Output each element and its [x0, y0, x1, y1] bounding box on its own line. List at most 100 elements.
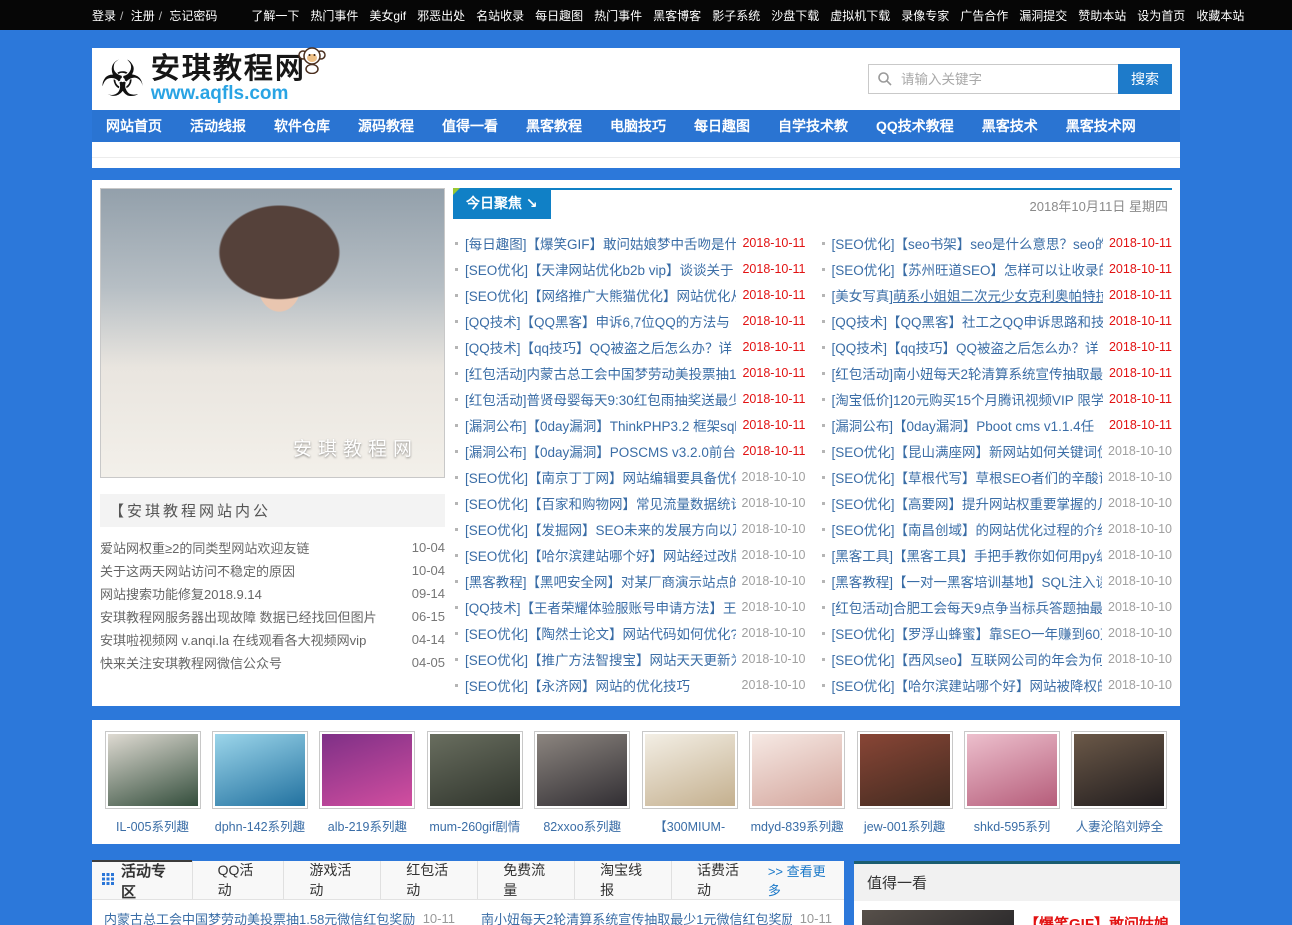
gallery-thumbnail[interactable]	[857, 731, 953, 809]
top-link[interactable]: 录像专家	[901, 7, 949, 24]
site-logo[interactable]: ☣ 安琪教程网 www.aqfls.com	[100, 54, 306, 104]
article-link[interactable]: [SEO优化] 【南京丁丁网】网站编辑要具备优化	[465, 467, 736, 487]
top-link[interactable]: 沙盘下载	[771, 7, 819, 24]
gallery-caption[interactable]: IL-005系列趣	[101, 816, 204, 835]
gallery-caption[interactable]: jew-001系列趣	[853, 816, 956, 835]
search-input[interactable]	[868, 64, 1118, 94]
top-link[interactable]: 美女gif	[369, 7, 406, 24]
nav-item[interactable]: 活动线报	[176, 116, 260, 136]
top-link[interactable]: 热门事件	[310, 7, 358, 24]
nav-item[interactable]: 软件仓库	[260, 116, 344, 136]
gallery-caption[interactable]: shkd-595系列	[961, 816, 1064, 835]
article-link[interactable]: [漏洞公布] 【0day漏洞】ThinkPHP3.2 框架sql	[465, 415, 736, 435]
nav-item[interactable]: 自学技术教	[764, 116, 862, 136]
gallery-thumbnail[interactable]	[1071, 731, 1167, 809]
top-link[interactable]: 广告合作	[960, 7, 1008, 24]
top-link[interactable]: 黑客博客	[653, 7, 701, 24]
notice-link[interactable]: 快来关注安琪教程网微信公众号	[100, 653, 404, 672]
article-link[interactable]: [SEO优化] 【永济网】网站的优化技巧	[465, 675, 736, 695]
gallery-thumbnail[interactable]	[749, 731, 845, 809]
activity-link[interactable]: 内蒙古总工会中国梦劳动美投票抽1.58元微信红包奖励	[104, 909, 415, 925]
article-link[interactable]: [SEO优化] 【草根代写】草根SEO者们的辛酸谁	[832, 467, 1103, 487]
activity-tab[interactable]: 游戏活动	[283, 861, 380, 899]
featured-photo[interactable]: 安琪教程网	[100, 188, 445, 478]
gallery-caption[interactable]: 人妻沦陷刘婷全	[1068, 816, 1171, 835]
article-link[interactable]: [SEO优化] 【陶然士论文】网站代码如何优化?	[465, 623, 736, 643]
notice-link[interactable]: 安琪教程网服务器出现故障 数据已经找回但图片	[100, 607, 404, 626]
article-link[interactable]: [黑客教程] 【一对一黑客培训基地】SQL注入读	[832, 571, 1103, 591]
article-link[interactable]: [SEO优化] 【百家和购物网】常见流量数据统计	[465, 493, 736, 513]
article-link[interactable]: [SEO优化] 【昆山满座网】新网站如何关键词优	[832, 441, 1103, 461]
top-link[interactable]: 虚拟机下载	[830, 7, 890, 24]
notice-link[interactable]: 爱站网权重≥2的同类型网站欢迎友链	[100, 538, 404, 557]
article-link[interactable]: [SEO优化] 【网络推广大熊猫优化】网站优化从	[465, 285, 736, 305]
gallery-caption[interactable]: dphn-142系列趣	[208, 816, 311, 835]
worth-thumbnail[interactable]	[862, 910, 1014, 925]
article-link[interactable]: [QQ技术] 【QQ黑客】申诉6,7位QQ的方法与	[465, 311, 736, 331]
article-link[interactable]: [淘宝低价] 120元购买15个月腾讯视频VIP 限学	[832, 389, 1103, 409]
article-link[interactable]: [SEO优化] 【西风seo】互联网公司的年会为何	[832, 649, 1103, 669]
top-link[interactable]: 邪恶出处	[417, 7, 465, 24]
article-link[interactable]: [SEO优化] 【哈尔滨建站哪个好】网站经过改版	[465, 545, 736, 565]
view-more-link[interactable]: >> 查看更多	[768, 861, 844, 899]
nav-item[interactable]: 电脑技巧	[596, 116, 680, 136]
top-link[interactable]: 赞助本站	[1078, 7, 1126, 24]
nav-item[interactable]: 黑客教程	[512, 116, 596, 136]
nav-item[interactable]: 网站首页	[92, 116, 176, 136]
gallery-caption[interactable]: alb-219系列趣	[316, 816, 419, 835]
notice-link[interactable]: 安琪啦视频网 v.anqi.la 在线观看各大视频网vip	[100, 630, 404, 649]
gallery-thumbnail[interactable]	[642, 731, 738, 809]
gallery-caption[interactable]: mdyd-839系列趣	[746, 816, 849, 835]
article-link[interactable]: [红包活动] 合肥工会每天9点争当标兵答题抽最	[832, 597, 1103, 617]
article-link[interactable]: [QQ技术] 【qq技巧】QQ被盗之后怎么办？详	[465, 337, 736, 357]
article-link[interactable]: [SEO优化] 【高要网】提升网站权重要掌握的几	[832, 493, 1103, 513]
article-link[interactable]: [红包活动] 内蒙古总工会中国梦劳动美投票抽1-	[465, 363, 736, 383]
activity-tab[interactable]: 话费活动	[671, 861, 768, 899]
article-link[interactable]: [红包活动] 南小妞每天2轮清算系统宣传抽取最	[832, 363, 1103, 383]
auth-link[interactable]: 登录	[92, 7, 116, 24]
activity-tab[interactable]: 淘宝线报	[574, 861, 671, 899]
article-link[interactable]: [黑客工具] 【黑客工具】手把手教你如何用py编	[832, 545, 1103, 565]
gallery-thumbnail[interactable]	[212, 731, 308, 809]
activity-link[interactable]: 南小妞每天2轮清算系统宣传抽取最少1元微信红包奖励	[481, 909, 792, 925]
article-link[interactable]: [SEO优化] 【天津网站优化b2b vip】谈谈关于	[465, 259, 736, 279]
article-link[interactable]: [红包活动] 普贤母婴每天9:30红包雨抽奖送最少	[465, 389, 736, 409]
article-link[interactable]: [SEO优化] 【推广方法智搜宝】网站天天更新为	[465, 649, 736, 669]
notice-link[interactable]: 关于这两天网站访问不稳定的原因	[100, 561, 404, 580]
auth-link[interactable]: 忘记密码	[155, 7, 218, 24]
article-link[interactable]: [漏洞公布] 【0day漏洞】POSCMS v3.2.0前台	[465, 441, 736, 461]
article-link[interactable]: [QQ技术] 【王者荣耀体验服账号申请方法】王	[465, 597, 736, 617]
article-link[interactable]: [QQ技术] 【QQ黑客】社工之QQ申诉思路和技	[832, 311, 1103, 331]
gallery-thumbnail[interactable]	[964, 731, 1060, 809]
nav-item[interactable]: 源码教程	[344, 116, 428, 136]
article-link[interactable]: [QQ技术] 【qq技巧】QQ被盗之后怎么办？详	[832, 337, 1103, 357]
nav-item[interactable]: 值得一看	[428, 116, 512, 136]
nav-item[interactable]: 黑客技术网	[1052, 116, 1150, 136]
nav-item[interactable]: 每日趣图	[680, 116, 764, 136]
article-link[interactable]: [SEO优化] 【发掘网】SEO未来的发展方向以及	[465, 519, 736, 539]
article-link[interactable]: [SEO优化] 【哈尔滨建站哪个好】网站被降权的	[832, 675, 1103, 695]
article-link[interactable]: [每日趣图] 【爆笑GIF】敢问姑娘梦中舌吻是什	[465, 233, 736, 253]
gallery-thumbnail[interactable]	[319, 731, 415, 809]
top-link[interactable]: 影子系统	[712, 7, 760, 24]
nav-item[interactable]: 黑客技术	[968, 116, 1052, 136]
article-link[interactable]: [SEO优化] 【南昌创域】的网站优化过程的介绍	[832, 519, 1103, 539]
top-link[interactable]: 收藏本站	[1196, 7, 1244, 24]
gallery-caption[interactable]: mum-260gif剧情	[423, 816, 526, 835]
worth-item-title[interactable]: 【爆笑GIF】敢问姑娘梦中舌吻是什	[1024, 910, 1172, 925]
gallery-caption[interactable]: 82xxoo系列趣	[531, 816, 634, 835]
auth-link[interactable]: 注册	[116, 7, 155, 24]
gallery-thumbnail[interactable]	[105, 731, 201, 809]
article-link[interactable]: [漏洞公布] 【0day漏洞】Pboot cms v1.1.4任	[832, 415, 1103, 435]
top-link[interactable]: 漏洞提交	[1019, 7, 1067, 24]
article-link[interactable]: [美女写真] 萌系小姐姐二次元少女克利奥帕特拉	[832, 285, 1103, 305]
top-link[interactable]: 了解一下	[251, 7, 299, 24]
article-link[interactable]: [SEO优化] 【seo书架】seo是什么意思？seo的	[832, 233, 1103, 253]
gallery-caption[interactable]: 【300MIUM-	[638, 816, 741, 835]
top-link[interactable]: 每日趣图	[535, 7, 583, 24]
article-link[interactable]: [SEO优化] 【苏州旺道SEO】怎样可以让收录的	[832, 259, 1103, 279]
top-link[interactable]: 名站收录	[476, 7, 524, 24]
activity-tab[interactable]: QQ活动	[192, 861, 284, 899]
top-link[interactable]: 热门事件	[594, 7, 642, 24]
gallery-thumbnail[interactable]	[534, 731, 630, 809]
